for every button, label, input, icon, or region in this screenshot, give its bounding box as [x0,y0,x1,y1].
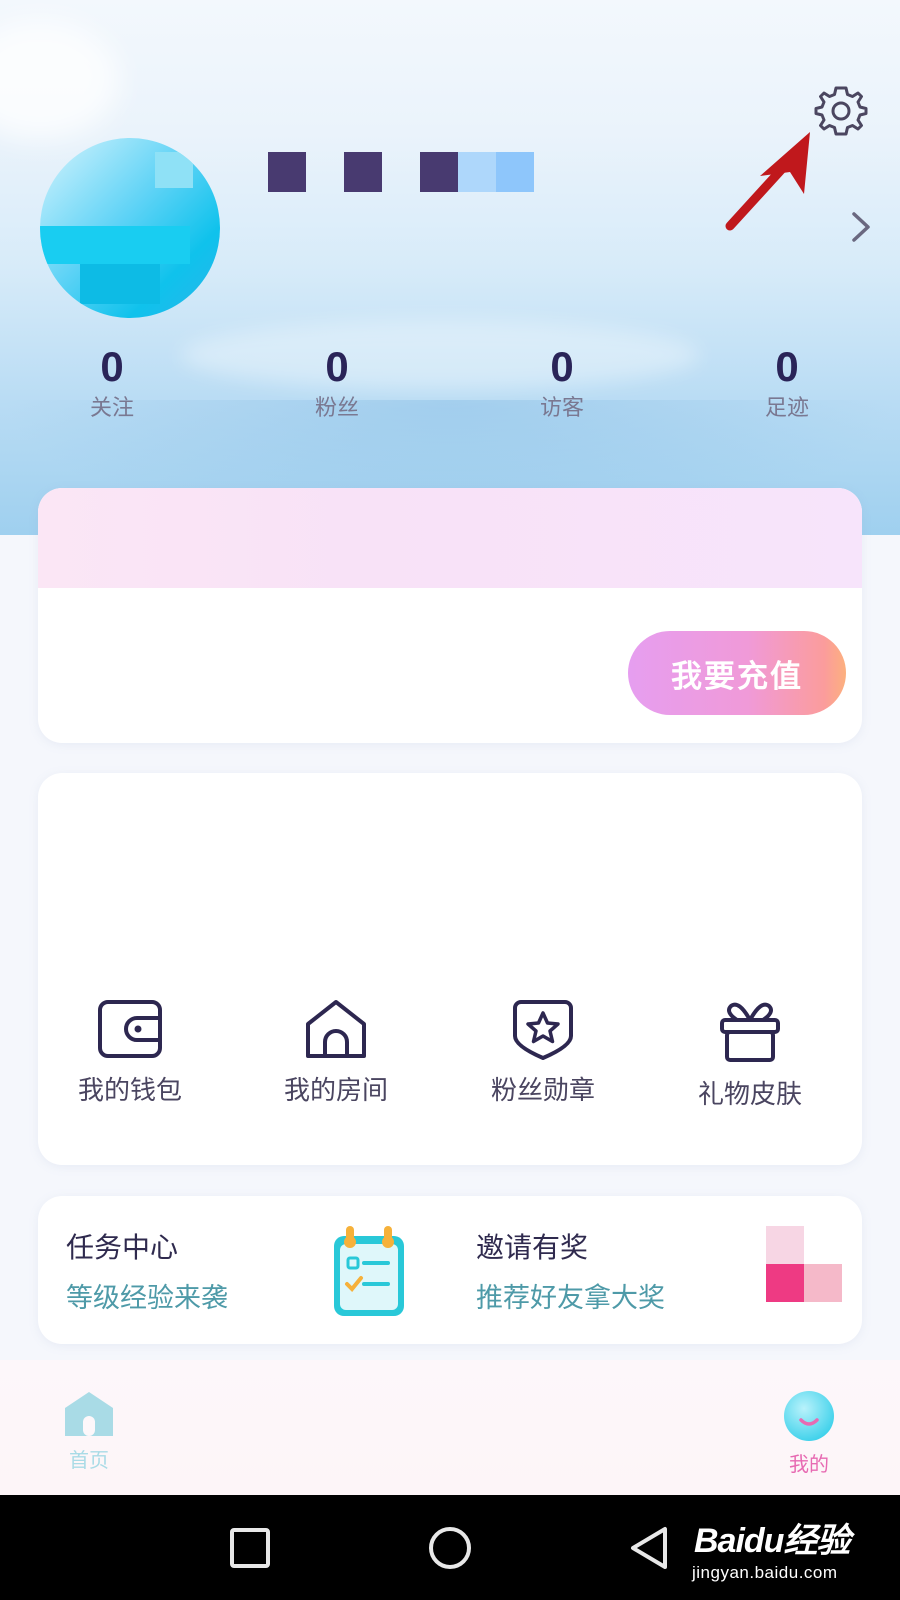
task-center-entry[interactable]: 任务中心 等级经验来袭 [38,1196,448,1344]
profile-stats: 0 关注 0 粉丝 0 访客 0 足迹 [0,342,900,432]
recharge-card: 我要充值 [38,488,862,743]
tab-mine[interactable]: 我的 [754,1390,864,1477]
back-nav-button[interactable] [625,1523,675,1573]
cloud-decoration [0,20,120,140]
stat-label: 关注 [89,396,134,421]
feature-label: 粉丝勋章 [490,1076,595,1106]
task-center-subtitle: 等级经验来袭 [66,1283,228,1314]
house-icon [306,1000,366,1058]
feature-gift-skin[interactable]: 礼物皮肤 [660,998,840,1111]
task-calendar-icon [334,1226,404,1316]
watermark-brand: Baidu经验 [694,1522,850,1560]
bottom-tab-bar: 首页 我的 [0,1360,900,1495]
stat-fans[interactable]: 0 粉丝 [277,342,397,426]
task-center-title: 任务中心 [66,1231,179,1264]
badge-star-icon [513,1000,573,1060]
stat-label: 粉丝 [314,396,359,421]
chevron-right-icon[interactable] [848,210,874,244]
recharge-button[interactable]: 我要充值 [628,631,846,715]
stat-visitors[interactable]: 0 访客 [502,342,622,426]
recent-apps-button[interactable] [225,1523,275,1573]
back-triangle-icon [631,1527,667,1569]
tab-home[interactable]: 首页 [34,1390,144,1473]
promo-card: 任务中心 等级经验来袭 邀请有奖 推荐好友拿大奖 [38,1196,862,1344]
gift-icon [720,1002,780,1062]
stat-value: 0 [775,343,799,390]
recharge-banner-strip [38,488,862,588]
feature-label: 礼物皮肤 [697,1080,802,1110]
stat-value: 0 [325,343,349,390]
features-card: 我的钱包 我的房间 粉丝勋章 礼物皮肤 [38,773,862,1165]
stat-label: 访客 [539,396,584,421]
invite-image-pixelated [756,1226,846,1316]
invite-title: 邀请有奖 [476,1231,589,1264]
stat-footprints[interactable]: 0 足迹 [727,342,847,426]
wallet-icon [98,1000,162,1058]
stat-value: 0 [100,343,124,390]
baidu-jingyan-watermark: Baidu经验 jingyan.baidu.com [686,1505,896,1595]
avatar[interactable] [40,138,220,318]
stat-following[interactable]: 0 关注 [52,342,172,426]
red-arrow-annotation [725,132,810,231]
feature-room[interactable]: 我的房间 [246,998,426,1107]
feature-label: 我的钱包 [77,1076,182,1106]
mine-tab-icon [784,1391,834,1441]
username-pixelated [268,152,534,192]
home-tab-icon [65,1392,113,1436]
feature-wallet[interactable]: 我的钱包 [40,998,220,1107]
watermark-url: jingyan.baidu.com [692,1563,838,1582]
circle-icon [429,1527,471,1569]
stat-value: 0 [550,343,574,390]
feature-label: 我的房间 [283,1076,388,1106]
tab-label: 首页 [69,1448,109,1472]
system-navigation-bar: Baidu经验 jingyan.baidu.com [0,1495,900,1600]
home-nav-button[interactable] [425,1523,475,1573]
stat-label: 足迹 [764,396,809,421]
tab-label: 我的 [789,1452,829,1476]
square-icon [230,1528,270,1568]
invite-subtitle: 推荐好友拿大奖 [476,1283,665,1314]
feature-fan-badge[interactable]: 粉丝勋章 [453,998,633,1107]
